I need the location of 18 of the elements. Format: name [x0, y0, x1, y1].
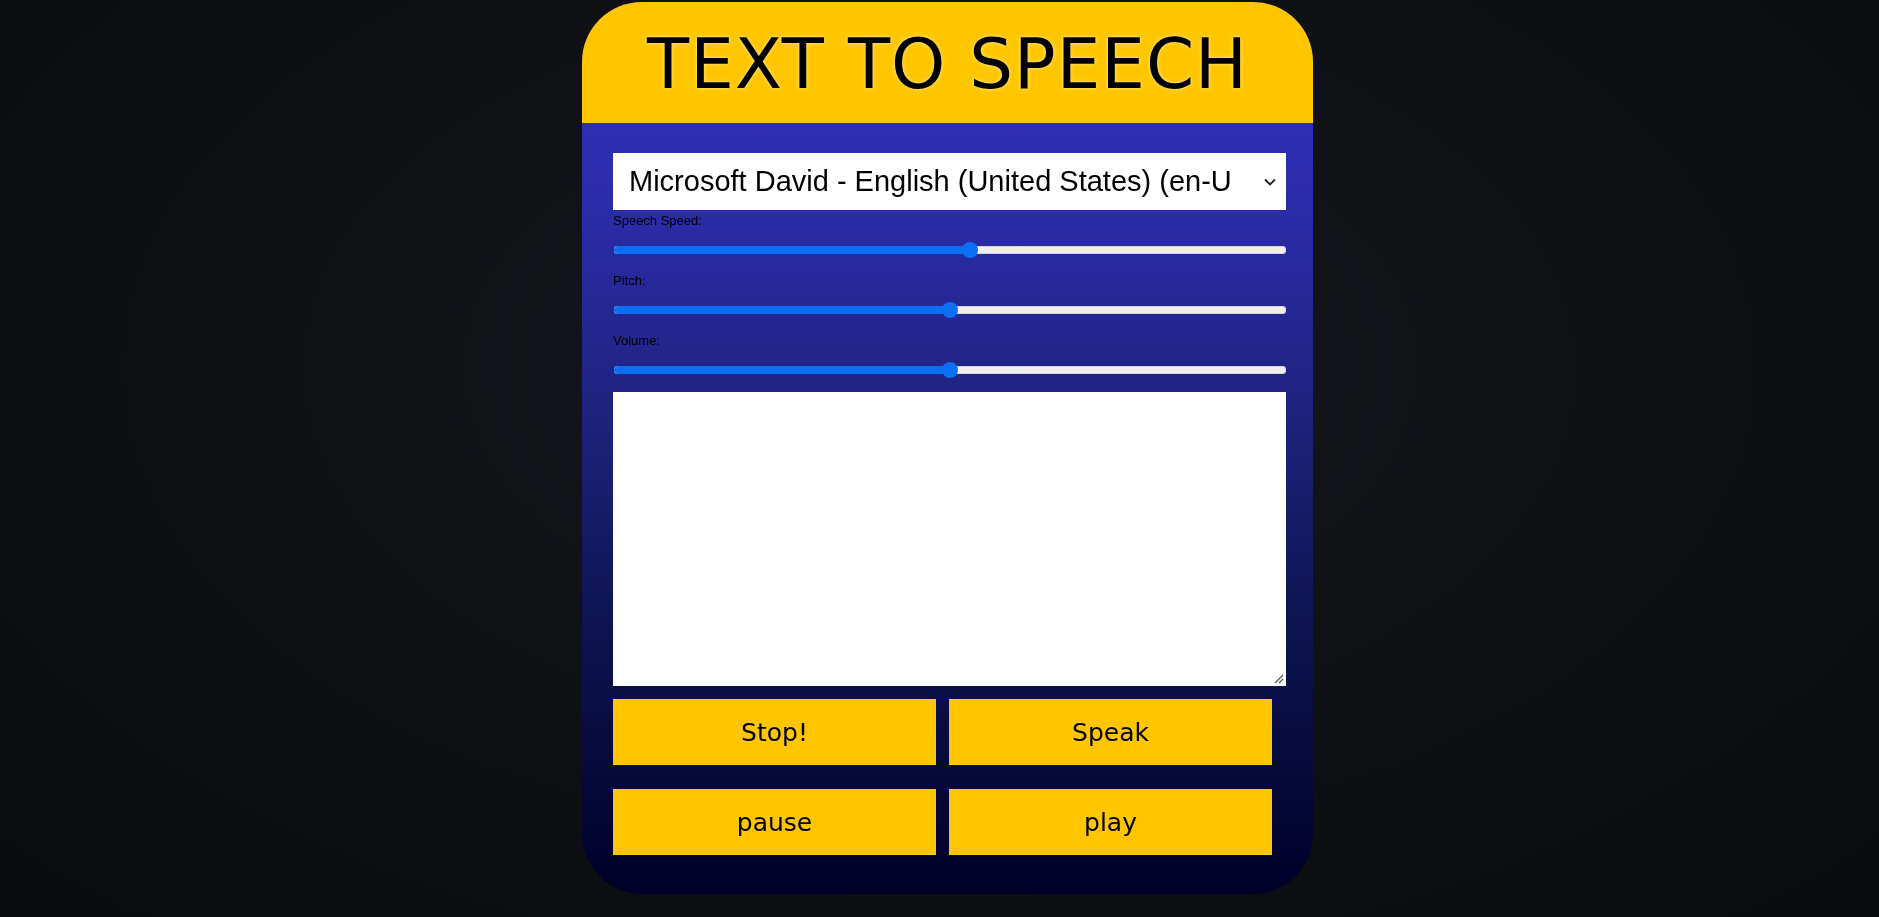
slider-label: Volume:	[613, 333, 661, 348]
slider-thumb[interactable]	[961, 242, 978, 258]
text-input-field[interactable]	[613, 392, 1286, 686]
action-button[interactable]: Stop!	[613, 699, 936, 765]
slider-thumb[interactable]	[942, 362, 958, 378]
slider-label: Speech Speed:	[613, 213, 703, 228]
action-button[interactable]: Speak	[949, 699, 1272, 765]
slider-track[interactable]	[614, 242, 1286, 258]
slider-label: Pitch:	[613, 273, 647, 288]
slider-track[interactable]	[614, 302, 1286, 318]
chevron-icon	[1264, 177, 1276, 186]
resize-grip-icon	[1274, 674, 1284, 684]
action-button[interactable]: play	[949, 789, 1272, 855]
slider-thumb[interactable]	[942, 302, 958, 318]
voice-select[interactable]: Microsoft David - English (United States) (en-U	[613, 153, 1286, 210]
app-title: TEXT TO SPEECH	[647, 30, 1248, 99]
slider-track[interactable]	[614, 362, 1286, 378]
action-button[interactable]: pause	[613, 789, 936, 855]
